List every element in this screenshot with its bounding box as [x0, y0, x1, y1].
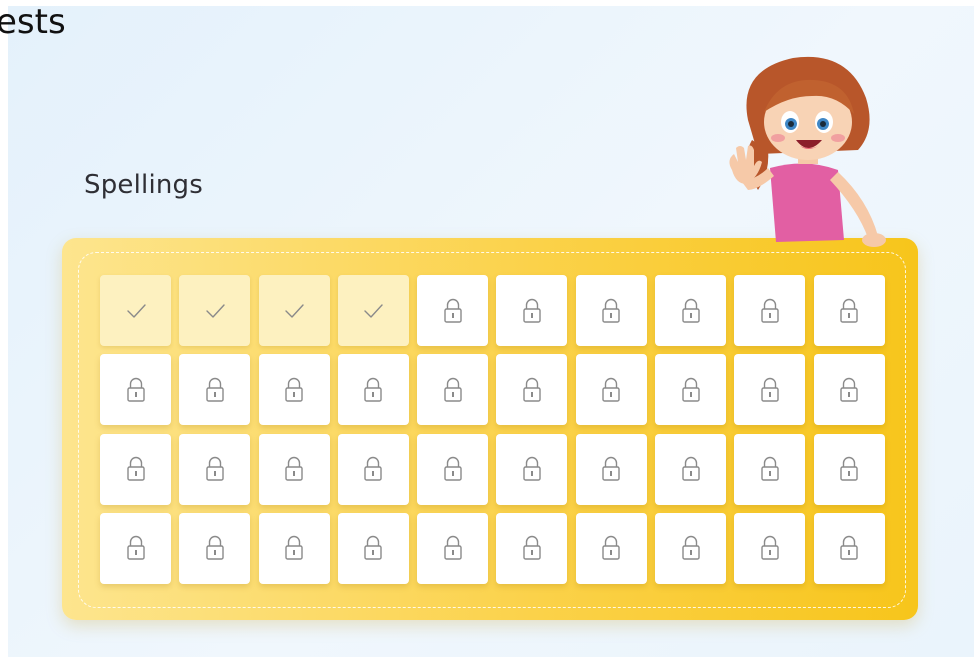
locked-tile[interactable] — [734, 512, 806, 584]
tile-grid — [100, 275, 885, 584]
lock-icon — [205, 456, 225, 482]
locked-tile[interactable] — [337, 433, 409, 505]
checkmark-icon — [283, 300, 305, 322]
lock-icon — [205, 535, 225, 561]
lock-icon — [363, 456, 383, 482]
lock-icon — [760, 298, 780, 324]
locked-tile[interactable] — [496, 354, 568, 426]
lock-icon — [522, 377, 542, 403]
checkmark-icon — [362, 300, 384, 322]
lock-icon — [601, 456, 621, 482]
locked-tile[interactable] — [496, 275, 568, 346]
locked-tile[interactable] — [496, 512, 568, 584]
section-title: Spellings — [84, 170, 204, 200]
locked-tile[interactable] — [417, 354, 489, 426]
completed-tile[interactable] — [258, 275, 330, 346]
locked-tile[interactable] — [813, 275, 885, 346]
locked-tile[interactable] — [179, 354, 251, 426]
lock-icon — [284, 456, 304, 482]
locked-tile[interactable] — [417, 275, 489, 346]
lock-icon — [522, 535, 542, 561]
locked-tile[interactable] — [575, 354, 647, 426]
lock-icon — [443, 456, 463, 482]
lock-icon — [601, 535, 621, 561]
lock-icon — [681, 535, 701, 561]
locked-tile[interactable] — [258, 354, 330, 426]
lock-icon — [126, 377, 146, 403]
locked-tile[interactable] — [258, 433, 330, 505]
lock-icon — [601, 377, 621, 403]
locked-tile[interactable] — [100, 433, 171, 505]
locked-tile[interactable] — [813, 433, 885, 505]
locked-tile[interactable] — [100, 512, 171, 584]
locked-tile[interactable] — [417, 433, 489, 505]
lock-icon — [363, 377, 383, 403]
locked-tile[interactable] — [575, 275, 647, 346]
lock-icon — [839, 535, 859, 561]
locked-tile[interactable] — [337, 354, 409, 426]
lock-icon — [284, 535, 304, 561]
locked-tile[interactable] — [734, 275, 806, 346]
locked-tile[interactable] — [179, 512, 251, 584]
lock-icon — [443, 377, 463, 403]
lock-icon — [126, 535, 146, 561]
checkmark-icon — [204, 300, 226, 322]
locked-tile[interactable] — [258, 512, 330, 584]
lock-icon — [284, 377, 304, 403]
waving-girl-illustration — [729, 56, 886, 247]
lock-icon — [363, 535, 383, 561]
locked-tile[interactable] — [734, 433, 806, 505]
locked-tile[interactable] — [575, 433, 647, 505]
lock-icon — [601, 298, 621, 324]
lock-icon — [681, 298, 701, 324]
lock-icon — [443, 298, 463, 324]
locked-tile[interactable] — [655, 433, 727, 505]
checkmark-icon — [125, 300, 147, 322]
locked-tile[interactable] — [655, 354, 727, 426]
lock-icon — [760, 377, 780, 403]
completed-tile[interactable] — [100, 275, 171, 346]
locked-tile[interactable] — [813, 354, 885, 426]
lock-icon — [839, 298, 859, 324]
locked-tile[interactable] — [179, 433, 251, 505]
lock-icon — [443, 535, 463, 561]
lock-icon — [205, 377, 225, 403]
lock-icon — [681, 456, 701, 482]
locked-tile[interactable] — [337, 512, 409, 584]
spellings-board — [62, 238, 918, 620]
completed-tile[interactable] — [337, 275, 409, 346]
lock-icon — [126, 456, 146, 482]
completed-tile[interactable] — [179, 275, 251, 346]
lock-icon — [839, 456, 859, 482]
lock-icon — [681, 377, 701, 403]
lock-icon — [760, 535, 780, 561]
locked-tile[interactable] — [417, 512, 489, 584]
locked-tile[interactable] — [496, 433, 568, 505]
lock-icon — [522, 298, 542, 324]
locked-tile[interactable] — [655, 512, 727, 584]
locked-tile[interactable] — [655, 275, 727, 346]
lock-icon — [839, 377, 859, 403]
lock-icon — [760, 456, 780, 482]
locked-tile[interactable] — [575, 512, 647, 584]
locked-tile[interactable] — [100, 354, 171, 426]
locked-tile[interactable] — [734, 354, 806, 426]
lock-icon — [522, 456, 542, 482]
page-title: ests — [0, 2, 66, 42]
locked-tile[interactable] — [813, 512, 885, 584]
